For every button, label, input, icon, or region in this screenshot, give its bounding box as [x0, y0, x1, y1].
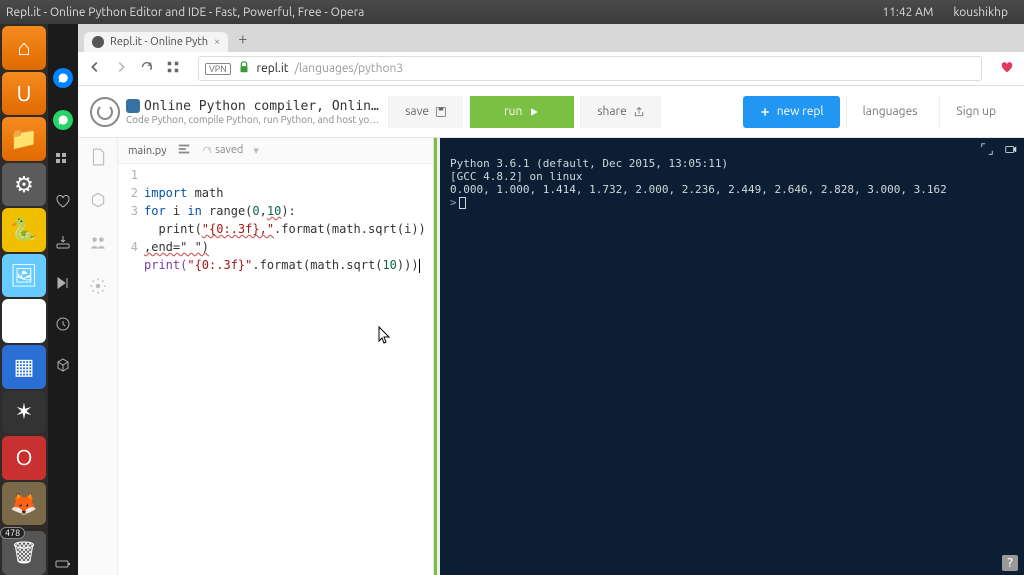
unity-launcher: ⌂ U 📁 ⚙ 🐍 🖼 R ▦ ✶ O 🦊 478 🗑: [0, 24, 48, 575]
console-pane[interactable]: Python 3.6.1 (default, Dec 2015, 13:05:1…: [440, 138, 1024, 575]
package-icon[interactable]: [89, 191, 107, 212]
url-path: /languages/python3: [294, 62, 403, 75]
new-tab-button[interactable]: +: [228, 26, 257, 52]
console-tools: [980, 142, 1018, 159]
launcher-badge: 478: [0, 527, 25, 539]
code-editor[interactable]: 1234 import math for i in range(0,10): p…: [118, 164, 433, 575]
tab-strip: Repl.it - Online Pyth × +: [78, 24, 1024, 52]
format-icon[interactable]: [177, 142, 191, 159]
reload-icon[interactable]: [140, 60, 154, 77]
system-tray: hp 11:42 AM koushikhp: [822, 6, 1018, 19]
signup-link[interactable]: Sign up: [939, 96, 1012, 128]
vpn-badge[interactable]: VPN: [205, 63, 231, 75]
launcher-item-image[interactable]: 🖼: [2, 254, 46, 298]
browser-chrome: Repl.it - Online Pyth × + VPN repl.it/la…: [78, 24, 1024, 575]
system-top-bar: Repl.it - Online Python Editor and IDE -…: [0, 0, 1024, 24]
launcher-item-python[interactable]: 🐍: [2, 208, 46, 252]
play-next-icon[interactable]: [55, 275, 71, 294]
lock-icon: [237, 60, 251, 77]
console-output: Python 3.6.1 (default, Dec 2015, 13:05:1…: [450, 144, 1014, 222]
new-repl-button[interactable]: new repl: [743, 96, 840, 128]
apps-grid-icon[interactable]: [55, 152, 71, 171]
user-name[interactable]: koushikhp: [953, 6, 1008, 19]
launcher-item-r[interactable]: R: [2, 299, 46, 343]
opera-sidebar: [48, 24, 78, 575]
replit-header: Online Python compiler, Online Python ID…: [78, 86, 1024, 138]
launcher-item-opera[interactable]: O: [2, 436, 46, 480]
page-subtitle: Code Python, compile Python, run Python,…: [126, 114, 382, 125]
chevron-down-icon[interactable]: ▾: [253, 144, 259, 157]
url-input[interactable]: VPN repl.it/languages/python3: [198, 56, 982, 81]
console-caret: [459, 197, 466, 209]
favicon-icon: [92, 36, 104, 48]
browser-tab[interactable]: Repl.it - Online Pyth ×: [84, 32, 228, 52]
camera-icon[interactable]: [1004, 142, 1018, 159]
header-description: Online Python compiler, Online Python ID…: [126, 99, 382, 125]
launcher-item-term[interactable]: ✶: [2, 391, 46, 435]
page-title: Online Python compiler, Online Python ID…: [126, 99, 382, 114]
saved-indicator: saved: [201, 144, 244, 156]
run-button[interactable]: run: [469, 96, 574, 128]
url-host: repl.it: [257, 62, 289, 75]
launcher-item-files[interactable]: 📁: [2, 117, 46, 161]
address-bar: VPN repl.it/languages/python3: [78, 52, 1024, 86]
heart-outline-icon[interactable]: [55, 193, 71, 212]
filename-label[interactable]: main.py: [128, 145, 167, 157]
line-gutter: 1234: [118, 166, 144, 575]
workspace: main.py saved ▾ 1234 import math for i i…: [78, 138, 1024, 575]
bookmark-heart-icon[interactable]: [1000, 60, 1014, 77]
messenger-icon[interactable]: [53, 68, 73, 88]
launcher-item-gimp[interactable]: 🦊: [2, 482, 46, 526]
languages-link[interactable]: languages: [846, 96, 934, 128]
share-button[interactable]: share: [580, 96, 660, 128]
clock-text[interactable]: 11:42 AM: [882, 6, 933, 19]
editor-pane: main.py saved ▾ 1234 import math for i i…: [118, 138, 434, 575]
left-tool-column: [78, 138, 118, 575]
close-tab-icon[interactable]: ×: [214, 36, 220, 48]
window-title: Repl.it - Online Python Editor and IDE -…: [6, 6, 822, 19]
help-badge[interactable]: ?: [1002, 555, 1018, 571]
back-icon[interactable]: [88, 60, 102, 77]
python-icon: [126, 99, 140, 113]
forward-icon[interactable]: [114, 60, 128, 77]
settings-icon[interactable]: [89, 277, 107, 298]
launcher-item-dash[interactable]: ⌂: [2, 26, 46, 70]
launcher-item-ubuntu[interactable]: U: [2, 72, 46, 116]
cube-icon[interactable]: [55, 357, 71, 376]
collab-icon[interactable]: [89, 234, 107, 255]
file-icon[interactable]: [89, 148, 107, 169]
launcher-item-settings[interactable]: ⚙: [2, 163, 46, 207]
expand-icon[interactable]: [980, 142, 994, 159]
history-icon[interactable]: [55, 316, 71, 335]
download-tray-icon[interactable]: [55, 234, 71, 253]
battery-icon[interactable]: [55, 556, 71, 575]
tab-title: Repl.it - Online Pyth: [110, 36, 208, 48]
save-button[interactable]: save: [388, 96, 463, 128]
speed-dial-icon[interactable]: [166, 60, 180, 77]
code-content[interactable]: import math for i in range(0,10): print(…: [144, 166, 433, 575]
replit-logo-icon[interactable]: [90, 97, 120, 127]
file-bar: main.py saved ▾: [118, 138, 433, 164]
nav-controls: [88, 60, 180, 77]
whatsapp-icon[interactable]: [53, 110, 73, 130]
launcher-item-app[interactable]: ▦: [2, 345, 46, 389]
